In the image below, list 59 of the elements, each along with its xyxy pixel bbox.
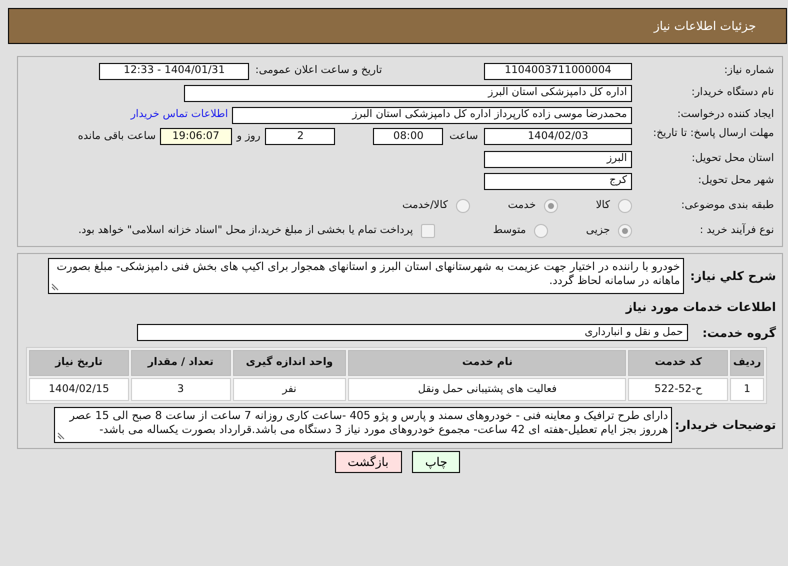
field-label: توضیحات خریدار: [674,416,777,434]
text-area[interactable]: خودرو با راننده در اختیار جهت عزیمت به شهرستانهای استان البرز و استانهای همجوار برای اکیپ های بخش فنی دامپزشکی- مبلغ بصورت ماهانه در سامانه لحاظ گردد. [48,258,684,294]
text-field[interactable]: 2 [265,128,336,145]
text-field[interactable]: محمدرضا موسی زاده کارپرداز اداره کل دامپزشکی استان البرز [232,106,632,124]
radio-button[interactable] [456,199,470,213]
field-label: تاریخ و ساعت اعلان عمومی: [255,63,382,78]
option-label: کالا [596,198,610,214]
field-label: طبقه بندی موضوعی: [680,198,775,214]
page-title: جزئیات اطلاعات نیاز [8,8,787,44]
column-header: کد خدمت [628,350,728,376]
option-label: متوسط [493,223,526,238]
text-field[interactable]: 1104003711000004 [484,62,632,80]
option-label: جزیی [586,223,610,238]
field-label: ساعت باقی مانده [78,128,156,144]
field-label: نام دستگاه خریدار: [690,85,775,100]
option-label: کالا/خدمت [402,198,448,214]
field-label: روز و [236,128,260,144]
resize-grip-icon[interactable] [57,432,65,440]
checkbox[interactable] [421,224,436,238]
field-label: شهر محل تحویل: [697,173,775,188]
column-header: ردیف [730,350,764,376]
text-field[interactable]: کرج [484,172,632,190]
countdown-field: 19:06:07 [160,128,232,145]
field-label: گروه خدمت: [701,324,777,342]
column-header: نام خدمت [348,350,626,376]
print-button[interactable]: چاپ [412,451,460,474]
table-cell: 3 [130,378,231,402]
text-field[interactable]: 08:00 [373,128,444,145]
column-header: تاریخ نیاز [29,350,129,376]
field-label: شماره نیاز: [723,63,775,78]
table-cell: ح-52-522 [628,378,728,402]
table-cell: فعالیت های پشتیبانی حمل ونقل [348,378,626,402]
radio-button[interactable] [534,224,548,238]
table-cell: 1 [730,378,764,402]
table-cell: نفر [232,378,346,402]
text-field[interactable]: 1404/01/31 - 12:33 [99,62,250,80]
field-label: نوع فرآیند خرید : [698,223,775,238]
column-header: تعداد / مقدار [130,350,231,376]
radio-button[interactable] [618,224,632,238]
resize-grip-icon[interactable] [51,282,59,291]
back-button[interactable]: بازگشت [334,451,402,474]
text-field[interactable]: 1404/02/03 [484,128,632,145]
option-label: خدمت [508,198,536,214]
text-field[interactable]: البرز [484,150,632,168]
contact-link[interactable]: اطلاعات تماس خریدار [130,107,228,123]
column-header: واحد اندازه گیری [232,350,346,376]
text-field[interactable]: حمل و نقل و انبارداری [137,324,688,342]
checkbox-label: پرداخت تمام یا بخشی از مبلغ خرید،از محل "اسناد خزانه اسلامی" خواهد بود. [78,223,414,238]
text-field[interactable]: اداره کل دامپزشکی استان البرز [184,84,632,102]
field-label: مهلت ارسال پاسخ: تا تاریخ: [652,127,775,140]
section-title: اطلاعات خدمات مورد نیاز [624,298,777,316]
radio-button[interactable] [544,199,558,213]
table-cell: 1404/02/15 [29,378,129,402]
field-label: ایجاد کننده درخواست: [676,107,775,122]
text-area[interactable]: دارای طرح ترافیک و معاینه فنی - خودروهای سمند و پارس و پژو 405 -ساعت کاری روزانه 7 ساعت از ساعت 8 صبح الی 15 عصر هرروز بجز ایام تعطیل-هفته ای 42 ساعت- مجموع خودروهای مورد نیاز 3 دستگاه می باشد.قرارداد بصورت یکساله می باشد- [54,406,672,443]
field-label: ساعت [449,128,478,144]
field-label: شرح کلي نياز: [689,268,777,285]
field-label: استان محل تحویل: [690,151,775,166]
radio-button[interactable] [618,199,632,213]
